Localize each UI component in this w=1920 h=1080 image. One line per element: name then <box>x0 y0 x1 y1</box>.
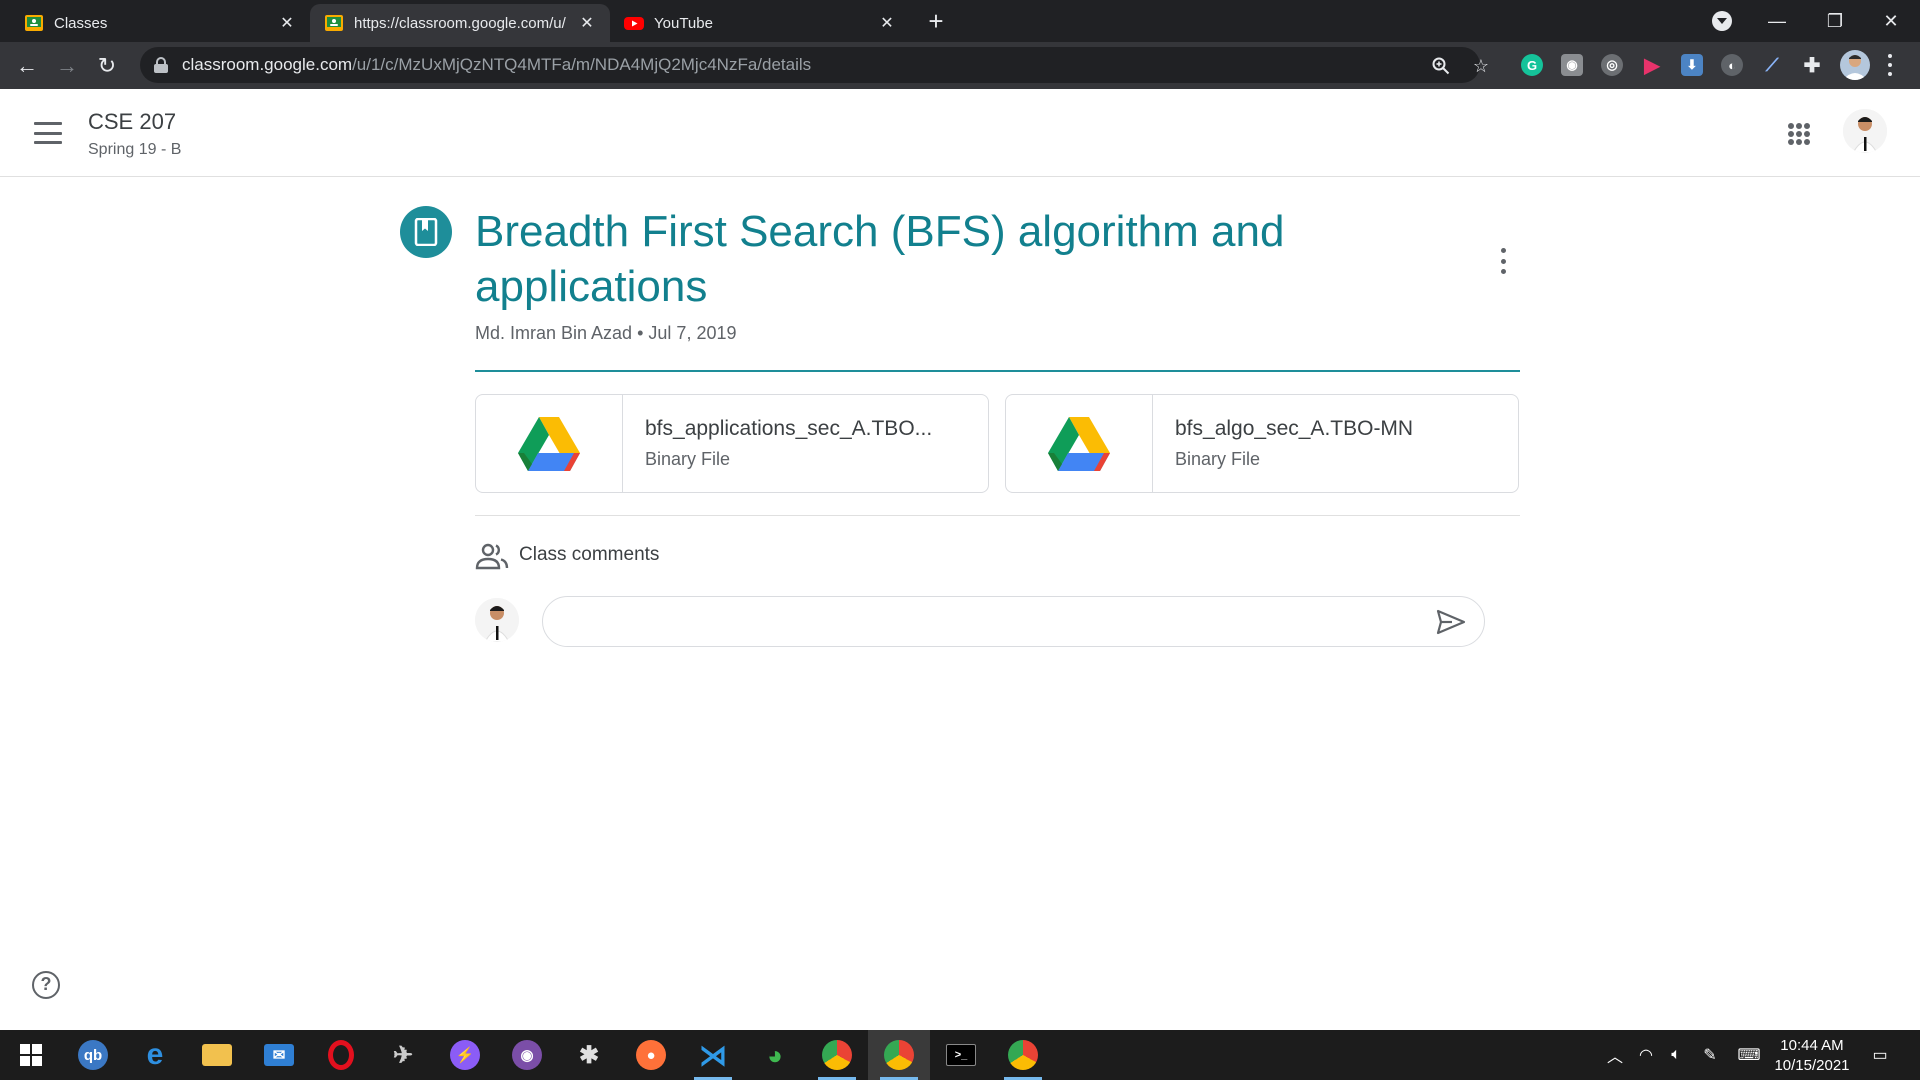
extensions-puzzle-icon[interactable]: ✚ <box>1801 54 1823 77</box>
attachment-card[interactable]: bfs_applications_sec_A.TBO... Binary Fil… <box>475 394 989 493</box>
chrome-profile-taskbar-icon[interactable] <box>992 1030 1054 1080</box>
course-name[interactable]: CSE 207 <box>88 109 176 135</box>
tab-search-icon[interactable] <box>1712 11 1732 31</box>
minimize-icon[interactable]: — <box>1748 0 1806 42</box>
vscode-icon[interactable]: ⋊ <box>682 1030 744 1080</box>
extension-icon[interactable]: ◐ <box>1721 54 1743 76</box>
close-window-icon[interactable]: ✕ <box>1862 0 1920 42</box>
chrome-menu-icon[interactable] <box>1884 52 1896 78</box>
main-menu-icon[interactable] <box>34 122 62 144</box>
browser-tab-strip: Classes ✕ https://classroom.google.com/u… <box>0 0 1920 42</box>
material-meta: Md. Imran Bin Azad • Jul 7, 2019 <box>475 323 737 344</box>
back-icon[interactable]: ← <box>10 49 44 83</box>
clock-time: 10:44 AM <box>1780 1037 1844 1054</box>
user-avatar <box>475 598 519 642</box>
url-text: classroom.google.com/u/1/c/MzUxMjQzNTQ4M… <box>182 55 812 74</box>
terminal-icon[interactable]: >_ <box>930 1030 992 1080</box>
post-date: Jul 7, 2019 <box>648 323 737 343</box>
classroom-favicon <box>25 15 43 31</box>
clock-date: 10/15/2021 <box>1774 1057 1850 1074</box>
search-taskbar-icon[interactable]: qb <box>62 1030 124 1080</box>
help-icon[interactable]: ? <box>32 971 60 999</box>
material-title: Breadth First Search (BFS) algorithm and… <box>475 207 1285 311</box>
class-comments-label: Class comments <box>519 544 660 565</box>
file-explorer-icon[interactable] <box>186 1030 248 1080</box>
play-extension-icon[interactable]: ▶ <box>1641 54 1663 77</box>
author-name: Md. Imran Bin Azad <box>475 323 633 343</box>
restore-icon[interactable]: ❐ <box>1806 0 1864 42</box>
github-desktop-icon[interactable]: ◉ <box>496 1030 558 1080</box>
tab-title: Classes <box>54 14 108 32</box>
windows-taskbar: qb e ✉ ✈ ⚡ ◉ ✱ ● ⋊ ◕ >_ ︿ ◠ 🔈︎ ✎ ⌨ 10:44… <box>0 1030 1920 1080</box>
section-divider <box>475 515 1520 516</box>
attachment-thumbnail <box>476 395 623 492</box>
pen-extension-icon[interactable]: ⟋ <box>1761 54 1783 76</box>
close-tab-icon[interactable]: ✕ <box>878 14 896 32</box>
attachment-type: Binary File <box>645 449 731 469</box>
send-icon[interactable] <box>1436 609 1466 635</box>
tab-classroom-material[interactable]: https://classroom.google.com/u/ ✕ <box>310 4 610 42</box>
zoom-icon[interactable] <box>1430 55 1452 77</box>
windows-start-icon[interactable] <box>0 1030 62 1080</box>
reload-icon[interactable]: ↻ <box>90 49 124 83</box>
people-icon <box>475 543 509 570</box>
lock-icon[interactable] <box>154 57 168 73</box>
volume-icon[interactable]: 🔈︎ <box>1662 1030 1690 1080</box>
chrome-taskbar-icon[interactable] <box>806 1030 868 1080</box>
opera-icon[interactable] <box>310 1030 372 1080</box>
youtube-favicon <box>624 17 644 30</box>
browser-toolbar: ← → ↻ classroom.google.com/u/1/c/MzUxMjQ… <box>0 42 1920 89</box>
globe-app-icon[interactable]: ◕ <box>744 1030 806 1080</box>
notifications-icon[interactable]: ▭ <box>1866 1030 1894 1080</box>
attachment-thumbnail <box>1006 395 1153 492</box>
extension-icon[interactable]: ◎ <box>1601 54 1623 76</box>
forward-icon[interactable]: → <box>50 49 84 83</box>
close-tab-icon[interactable]: ✕ <box>278 14 296 32</box>
meta-separator: • <box>637 323 644 343</box>
tab-classes[interactable]: Classes ✕ <box>10 4 310 42</box>
firefox-icon[interactable]: ● <box>620 1030 682 1080</box>
chrome-profile-avatar[interactable] <box>1840 50 1870 80</box>
mail-icon[interactable]: ✉ <box>248 1030 310 1080</box>
class-comment-field[interactable] <box>542 596 1485 647</box>
tab-title: https://classroom.google.com/u/ <box>354 14 566 32</box>
messenger-icon[interactable]: ⚡ <box>434 1030 496 1080</box>
satellite-app-icon[interactable]: ✈ <box>372 1030 434 1080</box>
title-divider <box>475 370 1520 372</box>
paint-app-icon[interactable]: ✱ <box>558 1030 620 1080</box>
class-comment-input[interactable] <box>565 609 1385 635</box>
tab-youtube[interactable]: YouTube ✕ <box>610 4 910 42</box>
more-options-icon[interactable] <box>1494 248 1512 274</box>
attachment-name: bfs_algo_sec_A.TBO-MN <box>1175 417 1414 440</box>
google-drive-icon <box>518 416 580 471</box>
keyboard-icon[interactable]: ⌨ <box>1732 1030 1766 1080</box>
account-avatar[interactable] <box>1843 109 1887 153</box>
download-extension-icon[interactable]: ⬇ <box>1681 54 1703 76</box>
system-clock[interactable]: 10:44 AM 10/15/2021 <box>1770 1036 1854 1076</box>
classroom-favicon <box>325 15 343 31</box>
tab-title: YouTube <box>654 14 713 32</box>
classroom-header: CSE 207 Spring 19 - B <box>0 89 1920 177</box>
close-tab-icon[interactable]: ✕ <box>578 14 596 32</box>
attachment-card[interactable]: bfs_algo_sec_A.TBO-MN Binary File <box>1005 394 1519 493</box>
google-apps-icon[interactable] <box>1788 123 1810 145</box>
google-drive-icon <box>1048 416 1110 471</box>
attachment-name: bfs_applications_sec_A.TBO... <box>645 417 933 440</box>
material-type-icon <box>400 206 452 258</box>
show-hidden-icons-icon[interactable]: ︿ <box>1602 1030 1628 1080</box>
course-section: Spring 19 - B <box>88 141 182 158</box>
edge-icon[interactable]: e <box>124 1030 186 1080</box>
address-bar[interactable]: classroom.google.com/u/1/c/MzUxMjQzNTQ4M… <box>140 47 1489 83</box>
wifi-icon[interactable]: ◠ <box>1632 1030 1660 1080</box>
camera-extension-icon[interactable]: ◉ <box>1561 54 1583 76</box>
bookmark-star-icon[interactable]: ☆ <box>1470 55 1492 77</box>
chrome-active-taskbar-icon[interactable] <box>868 1030 930 1080</box>
pen-tray-icon[interactable]: ✎ <box>1696 1030 1724 1080</box>
grammarly-icon[interactable]: G <box>1521 54 1543 76</box>
new-tab-icon[interactable]: + <box>922 8 950 36</box>
attachment-type: Binary File <box>1175 449 1261 469</box>
